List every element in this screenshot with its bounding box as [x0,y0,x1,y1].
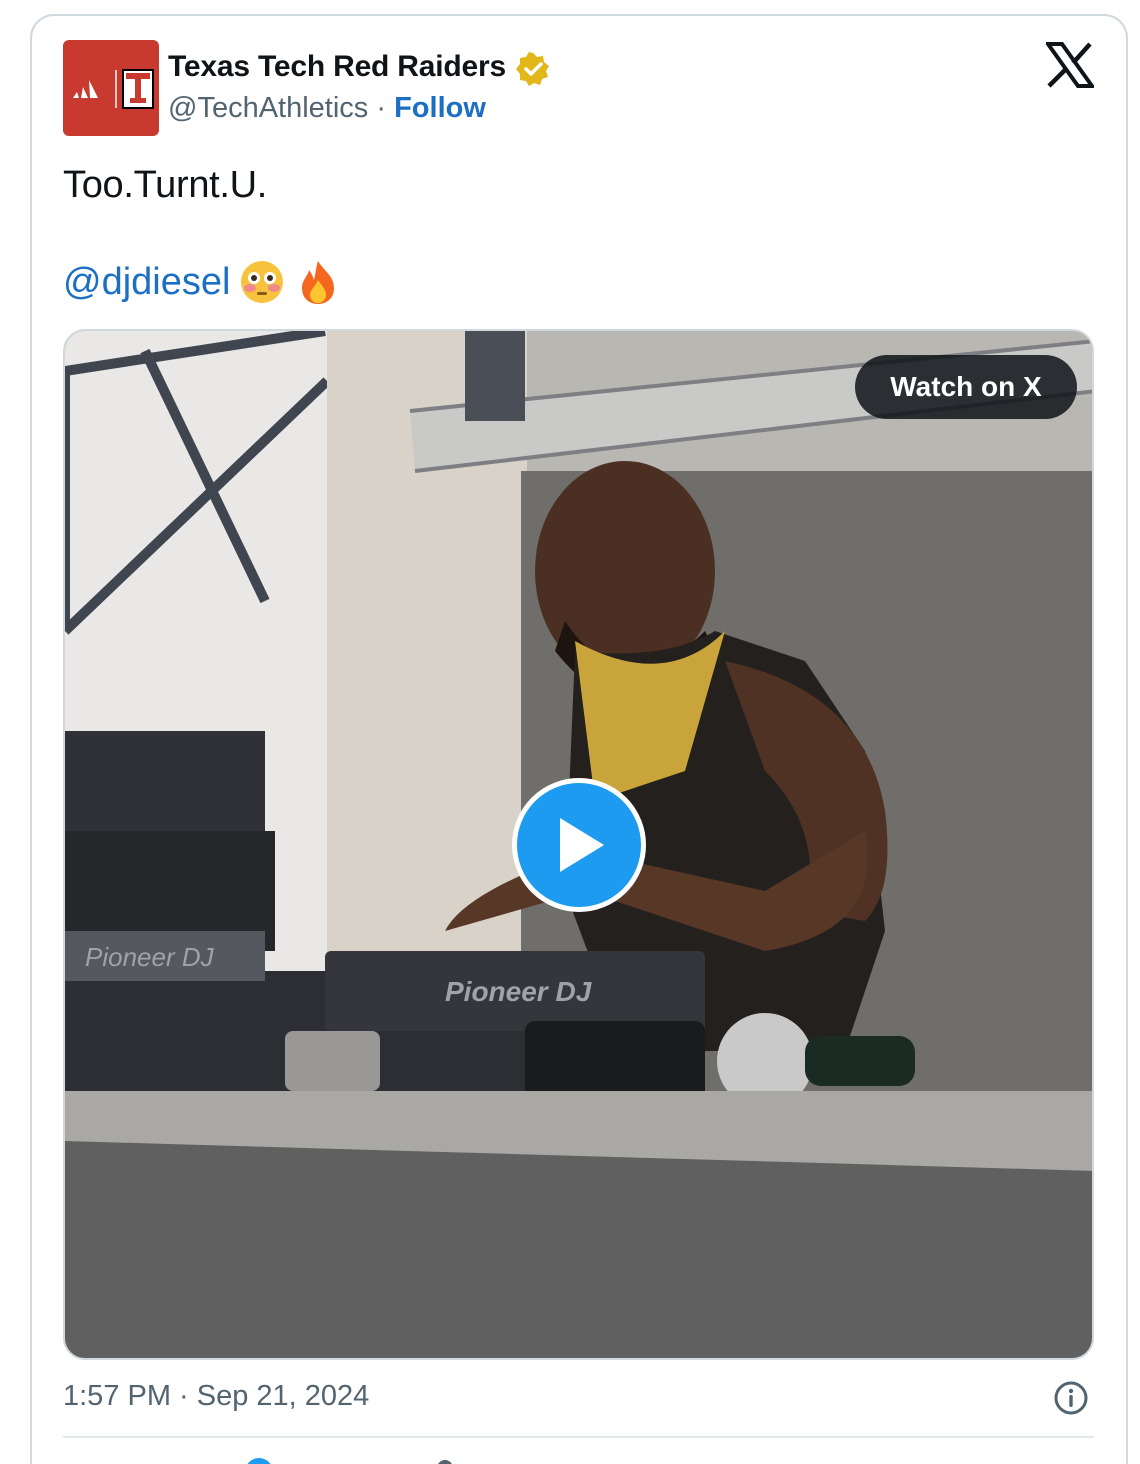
post-timestamp[interactable]: 1:57 PM · Sep 21, 2024 [63,1380,369,1413]
mention-row: @djdiesel [63,258,342,306]
play-button[interactable] [512,778,646,912]
watch-on-x-button[interactable]: Watch on X [855,355,1077,419]
post-text: Too.Turnt.U. [63,164,268,206]
x-logo-icon[interactable] [1046,42,1094,88]
display-name[interactable]: Texas Tech Red Raiders [168,50,506,84]
mention-link[interactable]: @djdiesel [63,261,230,304]
adidas-logo-icon [73,80,98,98]
divider [63,1436,1094,1438]
flushed-face-icon [241,261,284,303]
account-avatar[interactable] [63,40,159,136]
pioneer-right-label: Pioneer DJ [445,976,593,1007]
double-t-logo-icon [122,69,154,109]
video-player[interactable]: Pioneer DJ Pioneer DJ Watch on X [63,329,1094,1360]
avatar-divider [115,70,117,108]
handle-separator: · [376,92,387,124]
verified-badge-icon [516,52,549,86]
pioneer-left-label: Pioneer DJ [85,942,215,972]
follow-link[interactable]: Follow [394,92,486,124]
info-icon[interactable] [1053,1380,1089,1416]
play-icon [560,818,604,872]
fire-icon [302,261,335,304]
account-handle[interactable]: @TechAthletics [168,92,368,124]
handle-row: @TechAthletics · Follow [168,92,486,125]
